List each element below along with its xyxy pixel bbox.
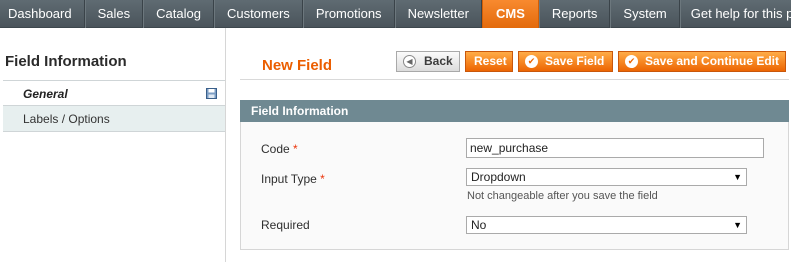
nav-cms[interactable]: CMS: [481, 0, 539, 28]
tab-labels-options-label: Labels / Options: [23, 112, 110, 126]
top-nav: Dashboard Sales Catalog Customers Promot…: [0, 0, 791, 28]
input-type-value: Dropdown: [471, 170, 526, 184]
save-icon: [206, 88, 217, 99]
save-field-button-label: Save Field: [545, 54, 605, 68]
required-label-text: Required: [261, 218, 310, 232]
required-marker: *: [320, 172, 325, 186]
nav-help-link[interactable]: Get help for this page: [679, 0, 791, 28]
reset-button[interactable]: Reset: [465, 51, 513, 72]
input-type-label: Input Type *: [261, 172, 325, 186]
nav-catalog[interactable]: Catalog: [143, 0, 214, 28]
nav-customers[interactable]: Customers: [213, 0, 303, 28]
nav-promotions[interactable]: Promotions: [302, 0, 395, 28]
check-icon: ✔: [625, 55, 638, 68]
fieldset-header: Field Information: [240, 100, 789, 122]
dropdown-arrow-icon: ▼: [733, 172, 742, 182]
check-icon: ✔: [525, 55, 538, 68]
tab-general[interactable]: General: [3, 80, 225, 106]
required-select[interactable]: No ▼: [466, 216, 747, 234]
back-arrow-icon: ◀: [403, 55, 416, 68]
tab-labels-options[interactable]: Labels / Options: [3, 106, 225, 132]
input-type-note: Not changeable after you save the field: [467, 190, 658, 202]
nav-system[interactable]: System: [610, 0, 680, 28]
save-and-continue-button[interactable]: ✔ Save and Continue Edit: [618, 51, 786, 72]
code-input[interactable]: new_purchase: [466, 138, 764, 158]
input-type-select[interactable]: Dropdown ▼: [466, 168, 747, 186]
nav-newsletter[interactable]: Newsletter: [394, 0, 482, 28]
nav-sales[interactable]: Sales: [84, 0, 144, 28]
save-field-button[interactable]: ✔ Save Field: [518, 51, 613, 72]
required-value: No: [471, 218, 487, 232]
reset-button-label: Reset: [474, 54, 507, 68]
page-title: New Field: [262, 57, 333, 74]
sidebar-title: Field Information: [5, 53, 127, 70]
required-label: Required: [261, 218, 310, 232]
back-button[interactable]: ◀ Back: [396, 51, 460, 72]
save-and-continue-button-label: Save and Continue Edit: [645, 54, 780, 68]
dropdown-arrow-icon: ▼: [733, 220, 742, 230]
sidebar: Field Information General Labels / Optio…: [0, 28, 226, 262]
header-divider: [240, 79, 789, 80]
code-label: Code *: [261, 142, 298, 156]
code-label-text: Code: [261, 142, 290, 156]
required-marker: *: [293, 142, 298, 156]
tab-general-label: General: [23, 87, 68, 101]
back-button-label: Back: [424, 54, 453, 68]
nav-dashboard[interactable]: Dashboard: [0, 0, 85, 28]
nav-reports[interactable]: Reports: [538, 0, 611, 28]
input-type-label-text: Input Type: [261, 172, 317, 186]
